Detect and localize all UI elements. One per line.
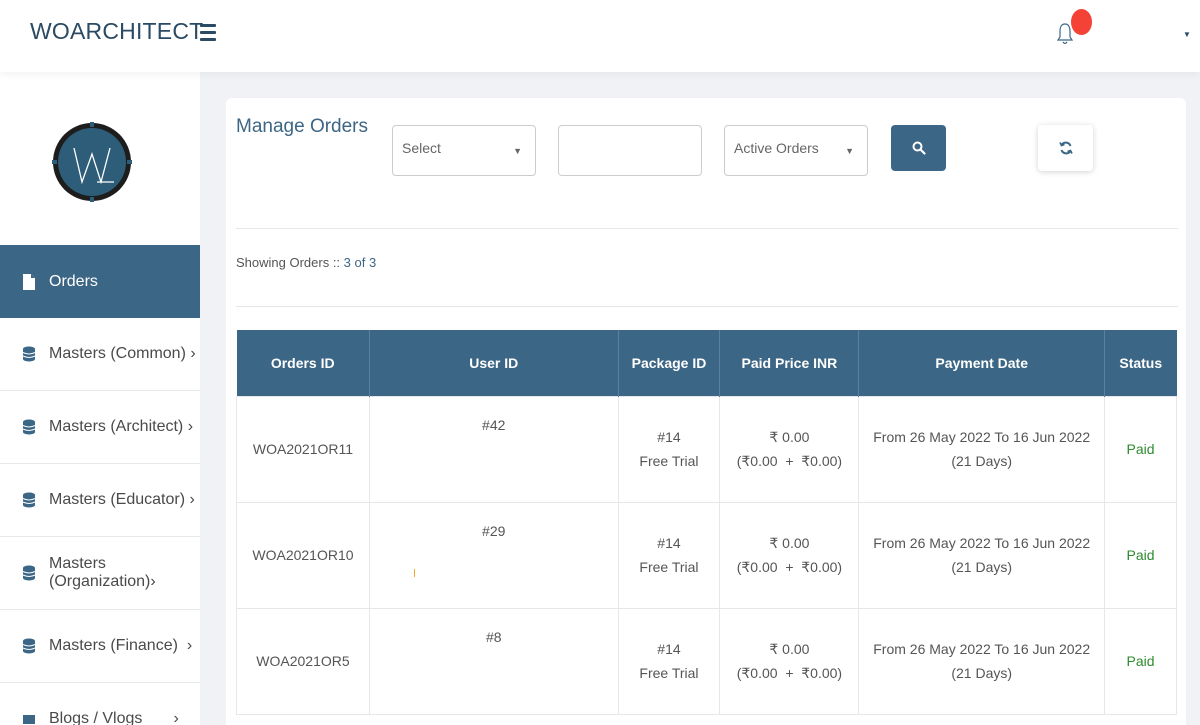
sidebar-item-label: Masters (Finance) › <box>49 637 193 654</box>
database-icon <box>22 565 36 581</box>
orders-card: Manage Orders Select ▼ Active Orders ▼ S… <box>226 98 1186 725</box>
price-breakdown: (₹0.00 + ₹0.00) <box>736 665 843 681</box>
brand-logo <box>52 122 132 202</box>
payment-date-cell: From 26 May 2022 To 16 Jun 2022 (21 Days) <box>858 607 1106 715</box>
sidebar-item-masters-architect[interactable]: Masters (Architect) › <box>0 391 200 464</box>
sidebar-item-blogs-vlogs[interactable]: Blogs / Vlogs › <box>0 683 200 725</box>
price-breakdown: (₹0.00 + ₹0.00) <box>736 559 843 575</box>
table-header-row: Orders ID User ID Package ID Paid Price … <box>236 330 1177 396</box>
database-icon <box>22 492 36 508</box>
date-range: From 26 May 2022 To 16 Jun 2022 <box>873 535 1091 551</box>
chevron-down-icon: ▼ <box>845 146 854 156</box>
order-id-cell: WOA2021OR10 <box>236 501 370 609</box>
status-cell: Paid <box>1104 607 1177 715</box>
sidebar-item-masters-organization[interactable]: Masters (Organization)› <box>0 537 200 610</box>
sidebar-item-masters-finance[interactable]: Masters (Finance) › <box>0 610 200 683</box>
orders-table: Orders ID User ID Package ID Paid Price … <box>236 330 1177 715</box>
duration: (21 Days) <box>951 559 1013 575</box>
price: ₹ 0.00 <box>769 429 810 445</box>
order-status-select[interactable]: Active Orders ▼ <box>724 125 868 176</box>
video-icon <box>23 715 35 724</box>
package-name: Free Trial <box>639 453 699 469</box>
search-button[interactable] <box>891 125 946 171</box>
table-row[interactable]: WOA2021OR10 #29 #14 Free Trial ₹ 0.00 (₹0.… <box>236 501 1177 609</box>
showing-orders-text: Showing Orders :: 3 of 3 <box>236 255 376 270</box>
duration: (21 Days) <box>951 665 1013 681</box>
showing-label: Showing Orders :: <box>236 255 341 270</box>
status-cell: Paid <box>1104 501 1177 609</box>
user-id: #29 <box>482 522 506 539</box>
sidebar-item-label: Blogs / Vlogs › <box>49 710 179 725</box>
notification-badge <box>1071 9 1092 35</box>
price-cell: ₹ 0.00 (₹0.00 + ₹0.00) <box>719 501 860 609</box>
column-header-paid-price[interactable]: Paid Price INR <box>719 330 860 396</box>
user-id-cell: #8 <box>368 607 619 715</box>
sidebar-item-label: Masters (Organization)› <box>49 555 156 590</box>
payment-date-cell: From 26 May 2022 To 16 Jun 2022 (21 Days) <box>858 501 1106 609</box>
divider <box>236 228 1178 229</box>
package-name: Free Trial <box>639 559 699 575</box>
date-range: From 26 May 2022 To 16 Jun 2022 <box>873 641 1091 657</box>
duration: (21 Days) <box>951 453 1013 469</box>
search-icon <box>912 141 926 155</box>
sidebar-item-masters-educator[interactable]: Masters (Educator) › <box>0 464 200 537</box>
payment-date-cell: From 26 May 2022 To 16 Jun 2022 (21 Days) <box>858 395 1106 503</box>
order-id-cell: WOA2021OR11 <box>236 395 370 503</box>
user-id-cell: #29 <box>368 501 619 609</box>
file-icon <box>23 273 35 290</box>
package-cell: #14 Free Trial <box>617 501 721 609</box>
package-cell: #14 Free Trial <box>617 395 721 503</box>
showing-count: 3 of 3 <box>343 255 377 270</box>
column-header-payment-date[interactable]: Payment Date <box>858 330 1106 396</box>
column-header-package-id[interactable]: Package ID <box>618 330 721 396</box>
price-cell: ₹ 0.00 (₹0.00 + ₹0.00) <box>719 607 860 715</box>
sidebar: Orders Masters (Common) › Masters (Archi… <box>0 72 200 725</box>
sidebar-item-label: Masters (Architect) › <box>49 418 194 435</box>
user-id-cell: #42 <box>368 395 619 503</box>
refresh-button[interactable] <box>1038 125 1093 171</box>
sidebar-item-label: Masters (Educator) › <box>49 491 195 508</box>
price: ₹ 0.00 <box>769 535 810 551</box>
date-range: From 26 May 2022 To 16 Jun 2022 <box>873 429 1091 445</box>
sidebar-item-masters-common[interactable]: Masters (Common) › <box>0 318 200 391</box>
table-row[interactable]: WOA2021OR5 #8 #14 Free Trial ₹ 0.00 (₹0.00… <box>236 607 1177 715</box>
menu-toggle-icon[interactable] <box>200 24 216 44</box>
package-id: #14 <box>657 429 681 445</box>
database-icon <box>22 638 36 654</box>
package-cell: #14 Free Trial <box>617 607 721 715</box>
refresh-icon <box>1058 141 1073 155</box>
sidebar-item-label: Masters (Common) › <box>49 345 196 362</box>
package-id: #14 <box>657 641 681 657</box>
price: ₹ 0.00 <box>769 641 810 657</box>
package-id: #14 <box>657 535 681 551</box>
top-header: WOARCHITECT ▼ <box>0 0 1200 72</box>
status-cell: Paid <box>1104 395 1177 503</box>
marker <box>413 568 415 577</box>
divider <box>236 306 1178 307</box>
order-id-cell: WOA2021OR5 <box>236 607 370 715</box>
column-header-user-id[interactable]: User ID <box>369 330 619 396</box>
price-breakdown: (₹0.00 + ₹0.00) <box>736 453 843 469</box>
price-cell: ₹ 0.00 (₹0.00 + ₹0.00) <box>719 395 860 503</box>
package-name: Free Trial <box>639 665 699 681</box>
page-title: Manage Orders <box>236 116 369 137</box>
chevron-down-icon: ▼ <box>513 146 522 156</box>
user-menu-caret-icon[interactable]: ▼ <box>1183 30 1191 39</box>
column-header-orders-id[interactable]: Orders ID <box>236 330 370 396</box>
table-row[interactable]: WOA2021OR11 #42 #14 Free Trial ₹ 0.00 (₹0.… <box>236 395 1177 503</box>
database-icon <box>22 346 36 362</box>
filter-select-value: Select <box>402 140 441 156</box>
order-status-value: Active Orders <box>734 140 819 156</box>
filter-select[interactable]: Select ▼ <box>392 125 536 176</box>
database-icon <box>22 419 36 435</box>
search-input[interactable] <box>558 125 702 176</box>
brand-name[interactable]: WOARCHITECT <box>30 18 203 45</box>
sidebar-item-label: Orders <box>49 272 98 290</box>
sidebar-item-orders[interactable]: Orders <box>0 245 200 318</box>
column-header-status[interactable]: Status <box>1104 330 1177 396</box>
